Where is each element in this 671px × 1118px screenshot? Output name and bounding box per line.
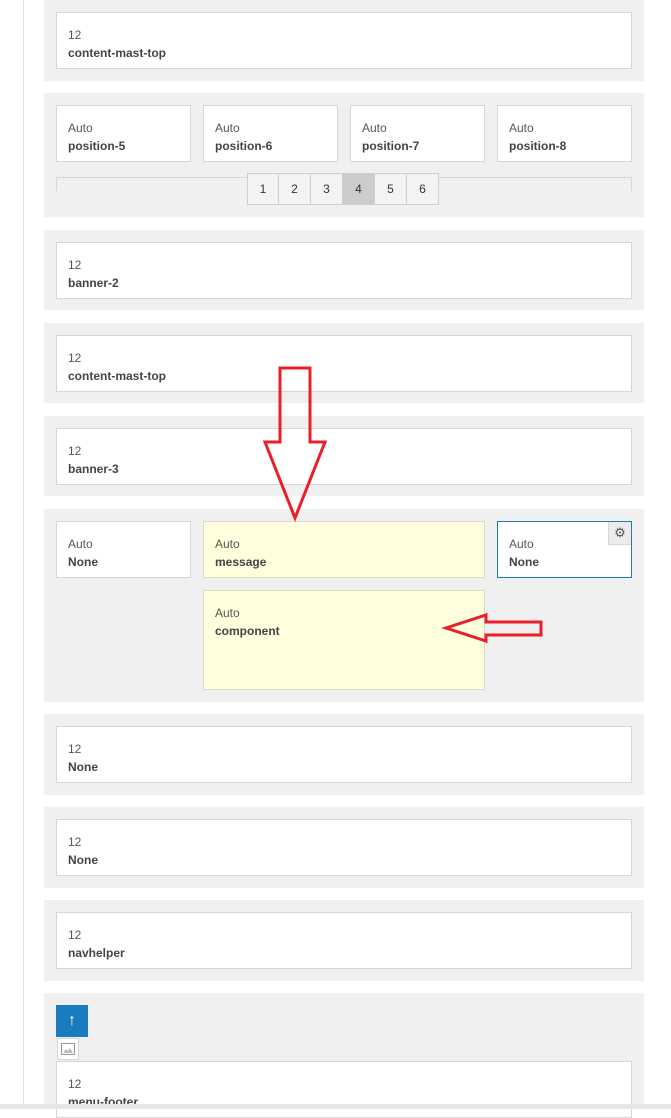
left-arrow-annotation (441, 612, 543, 644)
annotation-arrows (262, 366, 543, 644)
down-arrow-annotation (262, 366, 328, 523)
